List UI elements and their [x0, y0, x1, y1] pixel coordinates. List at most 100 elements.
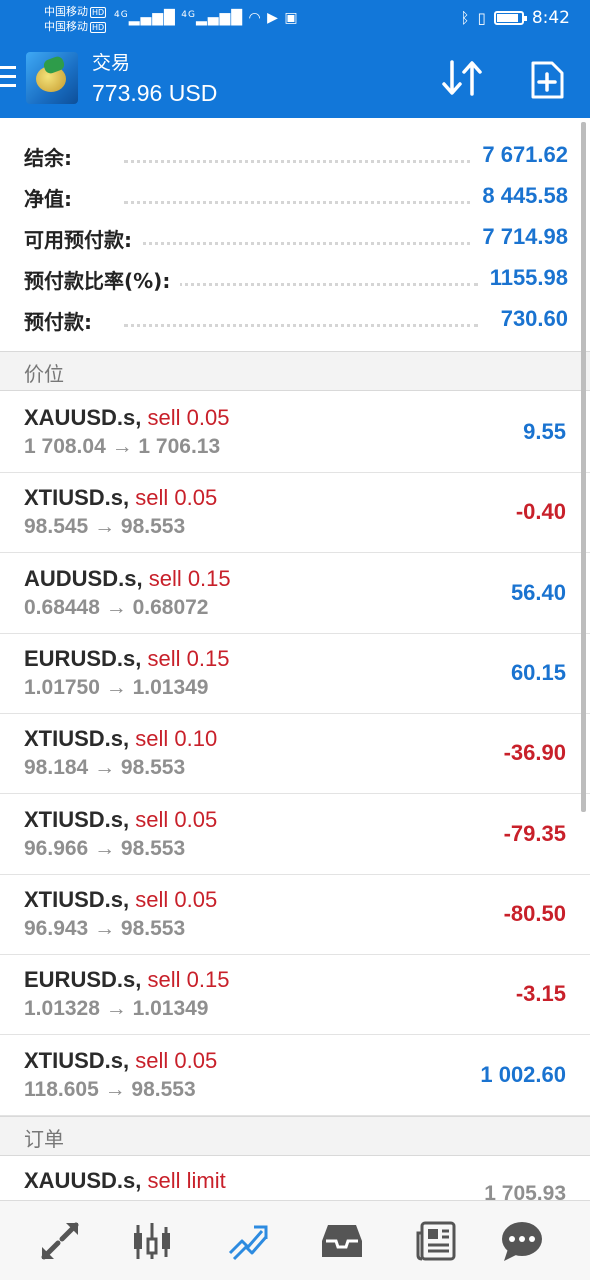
- position-row[interactable]: XTIUSD.s, sell 0.05 96.943 → 98.553 -80.…: [0, 875, 590, 955]
- hd-badge: HD: [90, 21, 107, 33]
- position-symbol: AUDUSD.s, sell 0.15: [24, 566, 231, 592]
- position-prices: 98.545 → 98.553: [24, 515, 186, 538]
- position-symbol: XTIUSD.s, sell 0.05: [24, 807, 217, 833]
- summary-balance: 结余: 7 671.62: [24, 134, 568, 174]
- position-row[interactable]: XTIUSD.s, sell 0.05 98.545 → 98.553 -0.4…: [0, 473, 590, 553]
- symbol-name: AUDUSD.s,: [24, 566, 143, 591]
- status-bar: 中国移动 HD 中国移动 HD 4G▂▄▆█ 4G▂▄▆█ ◠ ▶ ▣ ᛒ ▯ 8:…: [0, 0, 590, 40]
- carrier-1: 中国移动: [44, 5, 88, 18]
- notification-icon: ▣: [284, 10, 299, 26]
- summary-equity: 净值: 8 445.58: [24, 175, 568, 215]
- position-profit: -80.50: [503, 901, 566, 926]
- symbol-name: XAUUSD.s,: [24, 405, 142, 430]
- bottom-nav: [0, 1200, 590, 1280]
- signal-icon: ▂▄▆█: [195, 10, 244, 26]
- new-order-icon[interactable]: [528, 60, 566, 100]
- history-inbox-icon[interactable]: [320, 1219, 364, 1263]
- orders-header: 订单: [0, 1116, 590, 1156]
- position-prices: 98.184 → 98.553: [24, 756, 186, 779]
- summary-margin: 预付款: 730.60: [24, 298, 568, 338]
- summary-label: 预付款:: [24, 306, 102, 335]
- position-symbol: XTIUSD.s, sell 0.05: [24, 1048, 217, 1074]
- sort-icon[interactable]: [440, 58, 486, 98]
- summary-free-margin: 可用预付款: 7 714.98: [24, 216, 568, 256]
- position-prices: 118.605 → 98.553: [24, 1078, 196, 1101]
- position-side: sell 0.10: [135, 726, 218, 751]
- menu-icon[interactable]: [0, 66, 16, 90]
- summary-label: 结余:: [24, 142, 82, 171]
- summary-label: 预付款比率(%):: [24, 265, 181, 294]
- position-prices: 96.966 → 98.553: [24, 837, 186, 860]
- chat-icon[interactable]: [500, 1219, 544, 1263]
- position-side: sell 0.15: [147, 646, 230, 671]
- position-symbol: EURUSD.s, sell 0.15: [24, 646, 229, 672]
- summary-label: 可用预付款:: [24, 224, 142, 253]
- position-row[interactable]: XTIUSD.s, sell 0.10 98.184 → 98.553 -36.…: [0, 714, 590, 794]
- position-symbol: XTIUSD.s, sell 0.10: [24, 726, 217, 752]
- position-profit: 56.40: [510, 580, 566, 605]
- section-title: 订单: [24, 1127, 64, 1151]
- hd-badge: HD: [90, 6, 107, 18]
- position-prices: 1 708.04 → 1 706.13: [24, 435, 221, 458]
- position-side: sell 0.05: [147, 405, 230, 430]
- position-prices: 1.01328 → 1.01349: [24, 997, 209, 1020]
- quotes-icon[interactable]: [38, 1219, 82, 1263]
- summary-label: 净值:: [24, 183, 82, 212]
- position-row[interactable]: AUDUSD.s, sell 0.15 0.68448 → 0.68072 56…: [0, 554, 590, 634]
- status-right: ᛒ ▯ 8:42: [461, 8, 570, 28]
- page-title: 交易: [92, 52, 131, 74]
- position-prices: 1.01750 → 1.01349: [24, 676, 209, 699]
- position-row[interactable]: XAUUSD.s, sell 0.05 1 708.04 → 1 706.13 …: [0, 393, 590, 473]
- signal-icon: ▂▄▆█: [128, 10, 176, 26]
- section-title: 价位: [24, 362, 64, 386]
- trade-icon[interactable]: [226, 1219, 270, 1263]
- order-symbol: XAUUSD.s, sell limit: [24, 1168, 226, 1194]
- position-side: sell 0.05: [135, 807, 218, 832]
- position-profit: -79.35: [503, 821, 566, 846]
- position-prices: 96.943 → 98.553: [24, 917, 186, 940]
- position-row[interactable]: XTIUSD.s, sell 0.05 118.605 → 98.553 1 0…: [0, 1036, 590, 1116]
- symbol-name: EURUSD.s,: [24, 646, 142, 671]
- signal-icons: 4G▂▄▆█ 4G▂▄▆█ ◠ ▶ ▣: [114, 10, 299, 26]
- position-row[interactable]: EURUSD.s, sell 0.15 1.01328 → 1.01349 -3…: [0, 955, 590, 1035]
- carrier-info: 中国移动 HD 中国移动 HD: [44, 4, 107, 34]
- position-row[interactable]: EURUSD.s, sell 0.15 1.01750 → 1.01349 60…: [0, 634, 590, 714]
- symbol-name: XTIUSD.s,: [24, 485, 130, 510]
- position-symbol: XAUUSD.s, sell 0.05: [24, 405, 229, 431]
- position-profit: 1 002.60: [480, 1062, 566, 1087]
- scrollbar[interactable]: [581, 122, 586, 812]
- position-symbol: EURUSD.s, sell 0.15: [24, 967, 229, 993]
- order-price: 1 705.93: [484, 1182, 566, 1200]
- position-profit: 9.55: [523, 419, 566, 444]
- carrier-2: 中国移动: [44, 20, 88, 33]
- summary-value: 7 714.98: [470, 224, 568, 250]
- account-summary: 结余: 7 671.62 净值: 8 445.58 可用预付款: 7 714.9…: [0, 118, 590, 351]
- order-row[interactable]: XAUUSD.s, sell limit 1 705.93: [0, 1156, 590, 1200]
- order-side: sell limit: [147, 1168, 226, 1193]
- app-bar: 交易 773.96 USD: [0, 40, 590, 118]
- position-prices: 0.68448 → 0.68072: [24, 596, 209, 619]
- camera-icon: ▶: [267, 10, 279, 26]
- symbol-name: XTIUSD.s,: [24, 1048, 130, 1073]
- chart-candles-icon[interactable]: [130, 1219, 174, 1263]
- app-logo[interactable]: [26, 52, 78, 104]
- wifi-icon: ◠: [248, 10, 262, 26]
- balance-value: 773.96 USD: [92, 80, 218, 106]
- position-profit: -3.15: [515, 981, 566, 1006]
- position-profit: -0.40: [515, 499, 566, 524]
- dot-leader: [124, 201, 478, 204]
- position-row[interactable]: XTIUSD.s, sell 0.05 96.966 → 98.553 -79.…: [0, 795, 590, 875]
- summary-margin-level: 预付款比率(%): 1155.98: [24, 257, 568, 297]
- summary-value: 7 671.62: [470, 142, 568, 168]
- summary-value: 8 445.58: [470, 183, 568, 209]
- battery-icon: [493, 11, 527, 25]
- position-symbol: XTIUSD.s, sell 0.05: [24, 485, 217, 511]
- symbol-name: XTIUSD.s,: [24, 887, 130, 912]
- vibrate-icon: ▯: [477, 9, 486, 27]
- bluetooth-icon: ᛒ: [460, 9, 470, 27]
- position-side: sell 0.05: [135, 1048, 218, 1073]
- news-icon[interactable]: [414, 1219, 458, 1263]
- positions-header: 价位: [0, 351, 590, 391]
- position-symbol: XTIUSD.s, sell 0.05: [24, 887, 217, 913]
- summary-value: 1155.98: [477, 265, 568, 291]
